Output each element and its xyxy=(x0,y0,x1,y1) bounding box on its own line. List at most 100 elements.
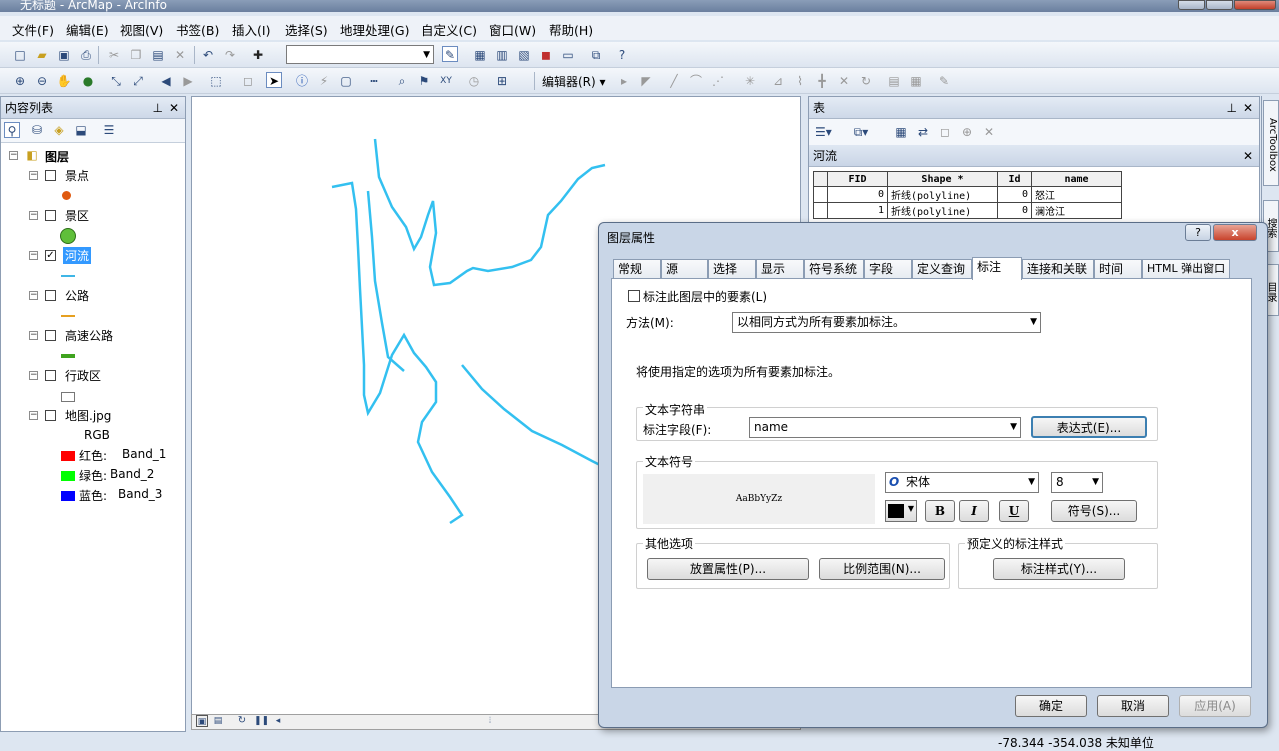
select-elements-icon[interactable]: ➤ xyxy=(266,72,282,88)
expression-button[interactable]: 表达式(E)... xyxy=(1031,416,1147,438)
menu-geoprocessing[interactable]: 地理处理(G) xyxy=(340,20,409,39)
zoom-to-selected-icon[interactable]: ⊕ xyxy=(959,124,975,140)
layer-name[interactable]: 公路 xyxy=(65,287,89,304)
layout-view-icon[interactable]: ▤ xyxy=(212,715,224,727)
hyperlink-icon[interactable]: ⚡ xyxy=(316,73,332,89)
split-icon[interactable]: ✕ xyxy=(836,73,852,89)
layer-name[interactable]: 景点 xyxy=(65,167,89,184)
layer-name[interactable]: 景区 xyxy=(65,207,89,224)
close-icon[interactable]: ✕ xyxy=(1243,145,1253,167)
close-icon[interactable]: ✕ xyxy=(1243,97,1253,119)
back-extent-icon[interactable]: ◀ xyxy=(158,73,174,89)
related-tables-icon[interactable]: ⧉▾ xyxy=(853,124,869,140)
end-point-arc-icon[interactable]: ⌒ xyxy=(688,73,704,89)
menu-customize[interactable]: 自定义(C) xyxy=(421,20,477,39)
italic-button[interactable]: I xyxy=(959,500,989,522)
map-scale-combo[interactable]: ▼ xyxy=(286,45,434,64)
add-data-icon[interactable]: ✚ xyxy=(250,47,266,63)
font-size-select[interactable]: 8 ▼ xyxy=(1051,472,1103,493)
column-header[interactable]: FID xyxy=(827,171,888,187)
row-selector[interactable] xyxy=(813,202,828,219)
select-features-icon[interactable]: ⬚ xyxy=(208,73,224,89)
collapse-toggle[interactable]: − xyxy=(29,291,38,300)
search-window-icon[interactable]: ▧ xyxy=(516,47,532,63)
layer-visibility-checkbox[interactable] xyxy=(45,370,56,381)
label-styles-button[interactable]: 标注样式(Y)... xyxy=(993,558,1125,580)
collapse-toggle[interactable]: − xyxy=(29,171,38,180)
paste-icon[interactable]: ▤ xyxy=(150,47,166,63)
label-features-checkbox[interactable] xyxy=(628,290,640,302)
cut-icon[interactable]: ✂ xyxy=(106,47,122,63)
menu-help[interactable]: 帮助(H) xyxy=(549,20,593,39)
placement-properties-button[interactable]: 放置属性(P)... xyxy=(647,558,809,580)
pan-icon[interactable]: ✋ xyxy=(56,73,72,89)
refresh-icon[interactable]: ↻ xyxy=(236,715,248,727)
pause-drawing-icon[interactable]: ❚❚ xyxy=(254,715,269,727)
zoom-out-icon[interactable]: ⊖ xyxy=(34,73,50,89)
collapse-toggle[interactable]: − xyxy=(29,411,38,420)
arctoolbox-icon[interactable]: ◼ xyxy=(538,47,554,63)
row-selector[interactable] xyxy=(813,171,828,187)
underline-button[interactable]: U xyxy=(999,500,1029,522)
cancel-button[interactable]: 取消 xyxy=(1097,695,1169,717)
layer-name[interactable]: 地图.jpg xyxy=(65,407,111,424)
fixed-zoom-in-icon[interactable]: ⤡ xyxy=(108,73,124,89)
reshape-icon[interactable]: ⌇ xyxy=(792,73,808,89)
whats-this-icon[interactable]: ? xyxy=(614,47,630,63)
data-view-icon[interactable]: ▣ xyxy=(196,715,208,727)
close-icon[interactable]: ✕ xyxy=(169,97,179,119)
pin-icon[interactable]: ⊥ xyxy=(153,97,163,119)
scroll-left-icon[interactable]: ◂ xyxy=(272,715,284,727)
zoom-in-icon[interactable]: ⊕ xyxy=(12,73,28,89)
menu-file[interactable]: 文件(F) xyxy=(12,20,54,39)
clear-selection-icon[interactable]: ◻ xyxy=(240,73,256,89)
tab-labels[interactable]: 标注 xyxy=(972,257,1022,280)
python-window-icon[interactable]: ▭ xyxy=(560,47,576,63)
table-row[interactable]: 1 折线(polyline) 0 澜沧江 xyxy=(813,202,1122,219)
options-icon[interactable]: ☰ xyxy=(101,122,117,138)
table-options-icon[interactable]: ☰▾ xyxy=(815,124,832,140)
edit-tool-icon[interactable]: ▸ xyxy=(616,73,632,89)
layer-name[interactable]: 行政区 xyxy=(65,367,101,384)
tab-html-popup[interactable]: HTML 弹出窗口 xyxy=(1142,259,1230,279)
go-to-xy-icon[interactable]: XY xyxy=(438,73,454,89)
color-picker[interactable]: ▼ xyxy=(885,500,917,522)
copy-icon[interactable]: ❐ xyxy=(128,47,144,63)
delete-icon[interactable]: ✕ xyxy=(172,47,188,63)
menu-view[interactable]: 视图(V) xyxy=(120,20,163,39)
maximize-button[interactable] xyxy=(1206,0,1233,10)
table-row[interactable]: 0 折线(polyline) 0 怒江 xyxy=(813,186,1122,203)
tab-source[interactable]: 源 xyxy=(661,259,708,279)
data-frame-label[interactable]: 图层 xyxy=(45,148,69,165)
save-icon[interactable]: ▣ xyxy=(56,47,72,63)
fixed-zoom-out-icon[interactable]: ⤢ xyxy=(130,73,146,89)
tab-display[interactable]: 显示 xyxy=(756,259,804,279)
tab-symbology[interactable]: 符号系统 xyxy=(804,259,864,279)
collapse-toggle[interactable]: − xyxy=(29,211,38,220)
menu-edit[interactable]: 编辑(E) xyxy=(66,20,109,39)
layer-visibility-checkbox[interactable] xyxy=(45,170,56,181)
ok-button[interactable]: 确定 xyxy=(1015,695,1087,717)
edit-vertices-icon[interactable]: ⊿ xyxy=(770,73,786,89)
forward-extent-icon[interactable]: ▶ xyxy=(180,73,196,89)
arctoolbox-tab[interactable]: ArcToolbox xyxy=(1263,100,1279,186)
identify-icon[interactable]: ⓘ xyxy=(294,73,310,89)
measure-icon[interactable]: ┅ xyxy=(366,73,382,89)
find-route-icon[interactable]: ⚑ xyxy=(416,73,432,89)
method-select[interactable]: 以相同方式为所有要素加标注。 ▼ xyxy=(732,312,1041,333)
tab-selection[interactable]: 选择 xyxy=(708,259,756,279)
table-window-icon[interactable]: ▦ xyxy=(472,47,488,63)
tab-joins-relates[interactable]: 连接和关联 xyxy=(1022,259,1094,279)
undo-icon[interactable]: ↶ xyxy=(200,47,216,63)
scroll-thumb-icon[interactable]: ⦙ xyxy=(484,715,496,727)
pin-icon[interactable]: ⊥ xyxy=(1227,97,1237,119)
list-by-visibility-icon[interactable]: ◈ xyxy=(51,122,67,138)
layer-visibility-checkbox[interactable] xyxy=(45,290,56,301)
layer-visibility-checkbox[interactable]: ✓ xyxy=(45,250,56,261)
delete-selected-icon[interactable]: ✕ xyxy=(981,124,997,140)
list-by-source-icon[interactable]: ⛁ xyxy=(29,122,45,138)
list-by-selection-icon[interactable]: ⬓ xyxy=(73,122,89,138)
tab-definition-query[interactable]: 定义查询 xyxy=(912,259,972,279)
point-icon[interactable]: ✳ xyxy=(742,73,758,89)
layer-visibility-checkbox[interactable] xyxy=(45,410,56,421)
